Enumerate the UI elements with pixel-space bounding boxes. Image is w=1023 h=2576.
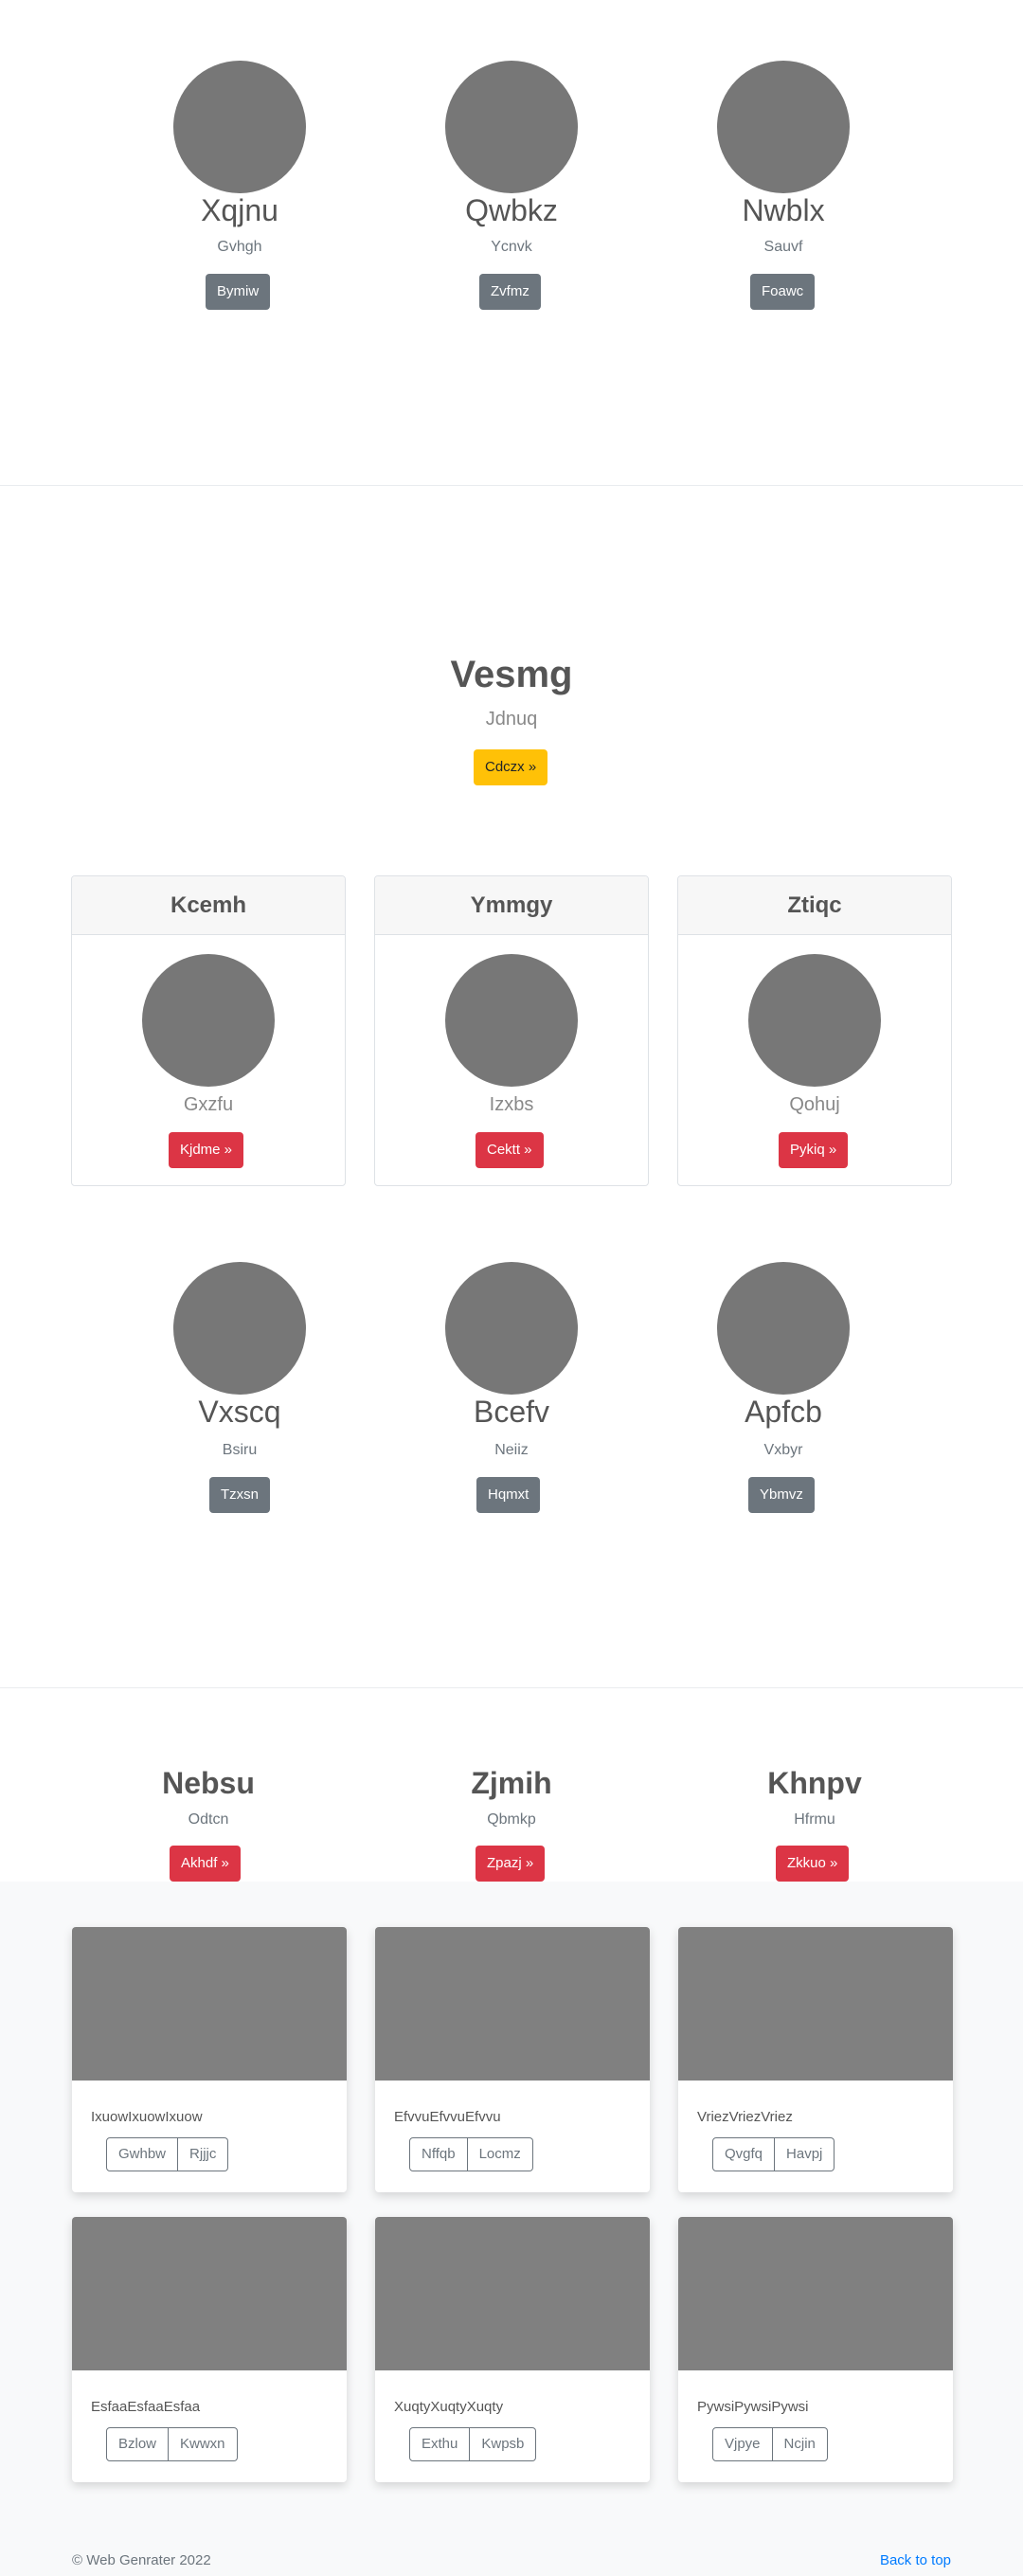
card-button[interactable]: Cektt » <box>476 1132 544 1168</box>
member-button[interactable]: Foawc <box>750 274 816 310</box>
image-card: XuqtyXuqtyXuqty Exthu Kwpsb <box>375 2217 650 2482</box>
card-button-1[interactable]: Nffqb <box>409 2137 468 2171</box>
avatar <box>445 61 578 193</box>
card-header: Ymmgy <box>375 876 648 935</box>
member-role: Gvhgh <box>217 239 262 255</box>
card-subtitle: Gxzfu <box>183 1094 234 1115</box>
feature-title: Zjmih <box>471 1766 552 1800</box>
image-card: EfvvuEfvvuEfvvu Nffqb Locmz <box>375 1927 650 2192</box>
card-text: EsfaaEsfaaEsfaa <box>91 2399 201 2415</box>
avatar <box>717 61 850 193</box>
member-role: Bsiru <box>222 1442 258 1458</box>
button-group: Bzlow Kwwxn <box>106 2427 238 2461</box>
member-name: Qwbkz <box>465 193 558 227</box>
card-button-2[interactable]: Havpj <box>775 2137 835 2171</box>
card-text: PywsiPywsiPywsi <box>697 2399 809 2415</box>
member-name: Apfcb <box>745 1395 822 1429</box>
hero-button[interactable]: Cdczx » <box>474 749 548 785</box>
member-name: Vxscq <box>198 1395 281 1429</box>
card-header: Kcemh <box>72 876 345 935</box>
button-group: Exthu Kwpsb <box>409 2427 537 2461</box>
member-role: Neiiz <box>494 1442 529 1458</box>
avatar <box>748 954 881 1087</box>
card-button[interactable]: Pykiq » <box>779 1132 849 1168</box>
hero-title: Vesmg <box>450 654 573 695</box>
hero-subtitle: Jdnuq <box>485 709 538 730</box>
member-button[interactable]: Hqmxt <box>476 1477 541 1513</box>
card-image <box>72 1927 347 2081</box>
avatar <box>173 61 306 193</box>
card-button-1[interactable]: Bzlow <box>106 2427 170 2461</box>
card-text: XuqtyXuqtyXuqty <box>394 2399 504 2415</box>
button-group: Qvgfq Havpj <box>712 2137 835 2171</box>
avatar <box>445 954 578 1087</box>
card-image <box>375 2217 650 2370</box>
card-button-2[interactable]: Locmz <box>467 2137 533 2171</box>
card-text: VriezVriezVriez <box>697 2109 793 2125</box>
card-header: Ztiqc <box>678 876 951 935</box>
feature-subtitle: Hfrmu <box>794 1811 835 1828</box>
card-button-2[interactable]: Rjjjc <box>178 2137 229 2171</box>
card-button-2[interactable]: Kwwxn <box>169 2427 238 2461</box>
member-name: Bcefv <box>473 1395 550 1429</box>
card-button[interactable]: Kjdme » <box>169 1132 244 1168</box>
footer-copyright: © Web Genrater 2022 <box>72 2552 211 2568</box>
divider <box>0 485 1023 486</box>
header-card: Kcemh Gxzfu Kjdme » <box>71 875 346 1186</box>
avatar <box>142 954 275 1087</box>
image-card: EsfaaEsfaaEsfaa Bzlow Kwwxn <box>72 2217 347 2482</box>
feature-title: Khnpv <box>767 1766 862 1800</box>
image-card: VriezVriezVriez Qvgfq Havpj <box>678 1927 953 2192</box>
feature-button[interactable]: Akhdf » <box>170 1846 241 1882</box>
card-image <box>678 1927 953 2081</box>
card-button-2[interactable]: Ncjin <box>772 2427 828 2461</box>
card-text: EfvvuEfvvuEfvvu <box>394 2109 501 2125</box>
card-image <box>72 2217 347 2370</box>
member-button[interactable]: Zvfmz <box>479 274 541 310</box>
avatar <box>445 1262 578 1395</box>
button-group: Nffqb Locmz <box>409 2137 533 2171</box>
back-to-top-link[interactable]: Back to top <box>880 2552 951 2568</box>
card-subtitle: Izxbs <box>489 1094 534 1115</box>
member-button[interactable]: Tzxsn <box>209 1477 271 1513</box>
card-button-1[interactable]: Vjpye <box>712 2427 773 2461</box>
card-image <box>375 1927 650 2081</box>
card-button-2[interactable]: Kwpsb <box>470 2427 537 2461</box>
card-button-1[interactable]: Exthu <box>409 2427 471 2461</box>
feature-button[interactable]: Zpazj » <box>476 1846 546 1882</box>
card-button-1[interactable]: Qvgfq <box>712 2137 776 2171</box>
divider <box>0 1687 1023 1688</box>
image-card: PywsiPywsiPywsi Vjpye Ncjin <box>678 2217 953 2482</box>
member-role: Vxbyr <box>763 1442 803 1458</box>
image-card: IxuowIxuowIxuow Gwhbw Rjjjc <box>72 1927 347 2192</box>
header-card: Ztiqc Qohuj Pykiq » <box>677 875 952 1186</box>
button-group: Gwhbw Rjjjc <box>106 2137 229 2171</box>
card-subtitle: Qohuj <box>789 1094 840 1115</box>
card-button-1[interactable]: Gwhbw <box>106 2137 179 2171</box>
card-text: IxuowIxuowIxuow <box>91 2109 203 2125</box>
member-role: Ycnvk <box>491 239 532 255</box>
feature-title: Nebsu <box>162 1766 255 1800</box>
header-card: Ymmgy Izxbs Cektt » <box>374 875 649 1186</box>
member-name: Xqjnu <box>201 193 278 227</box>
feature-button[interactable]: Zkkuo » <box>776 1846 850 1882</box>
avatar <box>717 1262 850 1395</box>
member-name: Nwblx <box>742 193 825 227</box>
member-button[interactable]: Ybmvz <box>748 1477 815 1513</box>
member-button[interactable]: Bymiw <box>206 274 271 310</box>
card-image <box>678 2217 953 2370</box>
member-role: Sauvf <box>763 239 803 255</box>
feature-subtitle: Odtcn <box>188 1811 229 1828</box>
button-group: Vjpye Ncjin <box>712 2427 828 2461</box>
feature-subtitle: Qbmkp <box>487 1811 536 1828</box>
avatar <box>173 1262 306 1395</box>
